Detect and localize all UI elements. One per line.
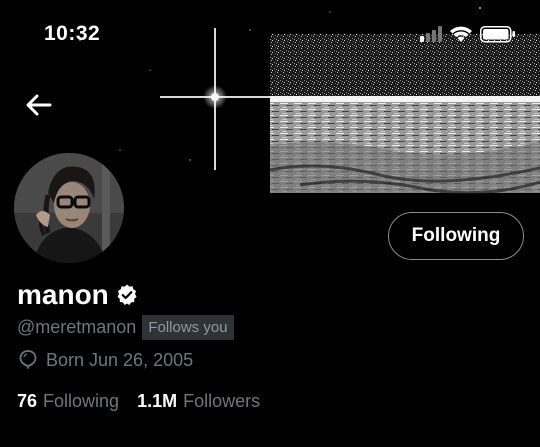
followers-label: Followers: [183, 391, 261, 411]
follows-you-badge: Follows you: [142, 315, 234, 340]
arrow-left-icon: [26, 94, 52, 116]
avatar-photo: [14, 153, 124, 263]
following-count-link[interactable]: 76 Following: [17, 391, 119, 412]
wifi-icon: [450, 26, 472, 42]
follow-counts: 76 Following 1.1M Followers: [17, 391, 260, 412]
followers-count: 1.1M: [137, 391, 178, 411]
following-button[interactable]: Following: [388, 212, 524, 260]
user-handle: @meretmanon: [17, 317, 137, 337]
followers-count-link[interactable]: 1.1M Followers: [137, 391, 260, 412]
battery-icon: [480, 26, 515, 43]
back-button[interactable]: [22, 88, 56, 122]
birth-date-text: Born Jun 26, 2005: [46, 349, 194, 370]
display-name: manon: [17, 279, 109, 310]
signal-icon: [420, 26, 442, 42]
status-bar: 10:32: [0, 0, 540, 60]
avatar[interactable]: [14, 153, 124, 263]
status-time: 10:32: [44, 22, 101, 45]
following-label: Following: [43, 391, 120, 411]
profile-name-row: manon: [17, 279, 139, 311]
following-count: 76: [17, 391, 38, 411]
verified-badge-icon[interactable]: [115, 283, 139, 307]
balloon-icon: [19, 350, 37, 369]
status-icons: [418, 23, 522, 50]
handle-row: @meretmanon Follows you: [17, 315, 234, 340]
birth-date-row: Born Jun 26, 2005: [18, 349, 193, 371]
